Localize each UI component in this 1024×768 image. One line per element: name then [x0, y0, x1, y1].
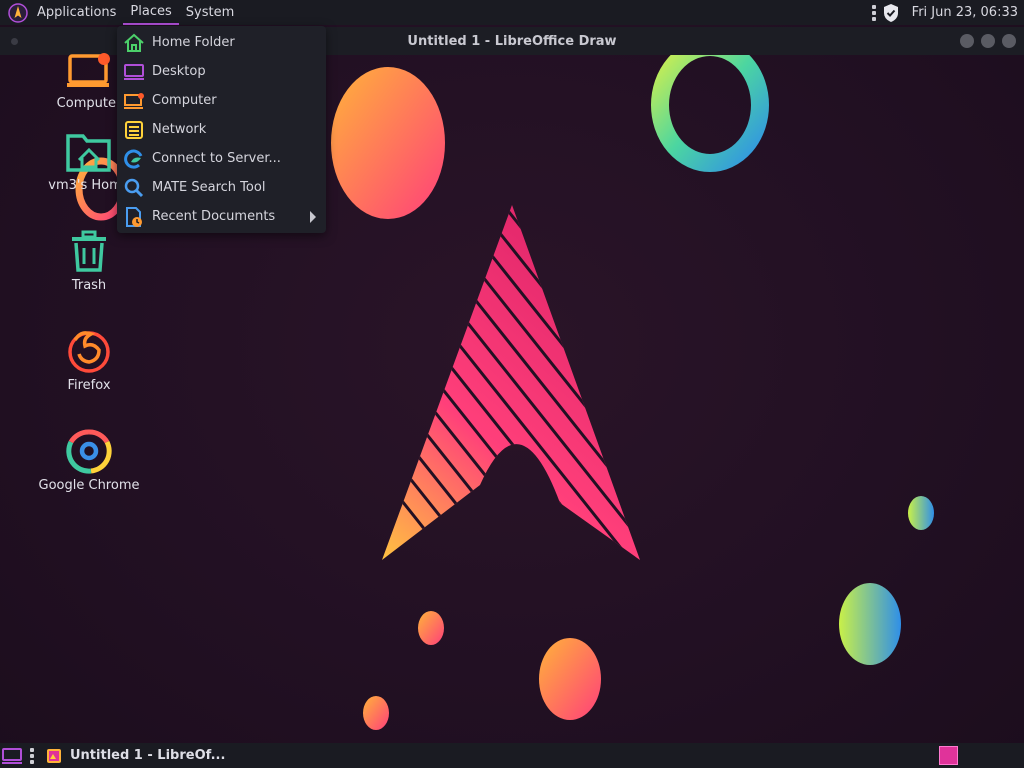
clock[interactable]: Fri Jun 23, 06:33 — [906, 0, 1018, 25]
network-icon — [125, 120, 143, 139]
panel-handle-icon[interactable] — [871, 4, 876, 21]
menu-item-connect-to-server[interactable]: Connect to Server... — [117, 144, 326, 173]
top-panel: Applications Places System Fri Jun 23, 0… — [0, 0, 1024, 25]
desktop-icon-label: Trash — [71, 278, 107, 293]
minimize-button[interactable] — [960, 34, 974, 48]
applications-logo-icon[interactable] — [8, 2, 28, 23]
home-icon — [124, 33, 144, 52]
menu-item-label: Network — [152, 122, 207, 137]
menu-item-desktop[interactable]: Desktop — [117, 57, 326, 86]
panel-handle-icon[interactable] — [30, 747, 34, 764]
bottom-panel: Untitled 1 - LibreOf... — [0, 743, 1024, 768]
menu-item-network[interactable]: Network — [117, 115, 326, 144]
submenu-arrow-icon — [310, 211, 316, 223]
applications-menu[interactable]: Applications — [30, 0, 123, 25]
window-menu-icon[interactable] — [11, 38, 18, 45]
libreoffice-draw-icon — [47, 748, 61, 763]
menu-item-computer[interactable]: Computer — [117, 86, 326, 115]
menu-item-label: MATE Search Tool — [152, 180, 266, 195]
recent-documents-icon — [126, 206, 142, 227]
computer-icon — [124, 92, 144, 109]
computer-icon — [67, 53, 110, 87]
firefox-icon — [68, 331, 110, 373]
menu-item-label: Connect to Server... — [152, 151, 281, 166]
taskbar-item-label: Untitled 1 - LibreOf... — [70, 748, 226, 763]
shield-icon[interactable] — [882, 3, 900, 23]
search-icon — [124, 178, 144, 197]
menu-item-mate-search-tool[interactable]: MATE Search Tool — [117, 173, 326, 202]
menu-item-label: Recent Documents — [152, 209, 276, 224]
home-folder-icon — [66, 134, 111, 172]
maximize-button[interactable] — [981, 34, 995, 48]
trash-icon — [72, 230, 106, 272]
places-dropdown: Home Folder Desktop Computer Network Con… — [117, 26, 326, 233]
close-button[interactable] — [1002, 34, 1016, 48]
desktop-icon-chrome[interactable]: Google Chrome — [34, 428, 144, 493]
desktop-icon — [124, 63, 144, 80]
system-tray: Fri Jun 23, 06:33 — [871, 0, 1024, 25]
menu-item-label: Home Folder — [152, 35, 235, 50]
desktop-icon-label: Firefox — [67, 378, 111, 393]
desktop-icon-trash[interactable]: Trash — [34, 230, 144, 293]
workspace-switcher[interactable] — [939, 746, 958, 765]
window-title: Untitled 1 - LibreOffice Draw — [407, 33, 617, 49]
menu-item-label: Computer — [152, 93, 217, 108]
desktop-icon-firefox[interactable]: Firefox — [34, 328, 144, 393]
menu-item-home-folder[interactable]: Home Folder — [117, 28, 326, 57]
window-controls — [960, 34, 1016, 48]
show-desktop-icon[interactable] — [2, 747, 24, 765]
server-icon — [124, 149, 143, 169]
chrome-icon — [66, 429, 112, 474]
system-menu[interactable]: System — [179, 0, 241, 25]
places-menu[interactable]: Places — [123, 0, 179, 25]
menu-item-recent-documents[interactable]: Recent Documents — [117, 202, 326, 231]
menu-item-label: Desktop — [152, 64, 206, 79]
desktop-icon-label: Google Chrome — [38, 478, 140, 493]
taskbar-item-libreoffice-draw[interactable]: Untitled 1 - LibreOf... — [40, 743, 231, 768]
